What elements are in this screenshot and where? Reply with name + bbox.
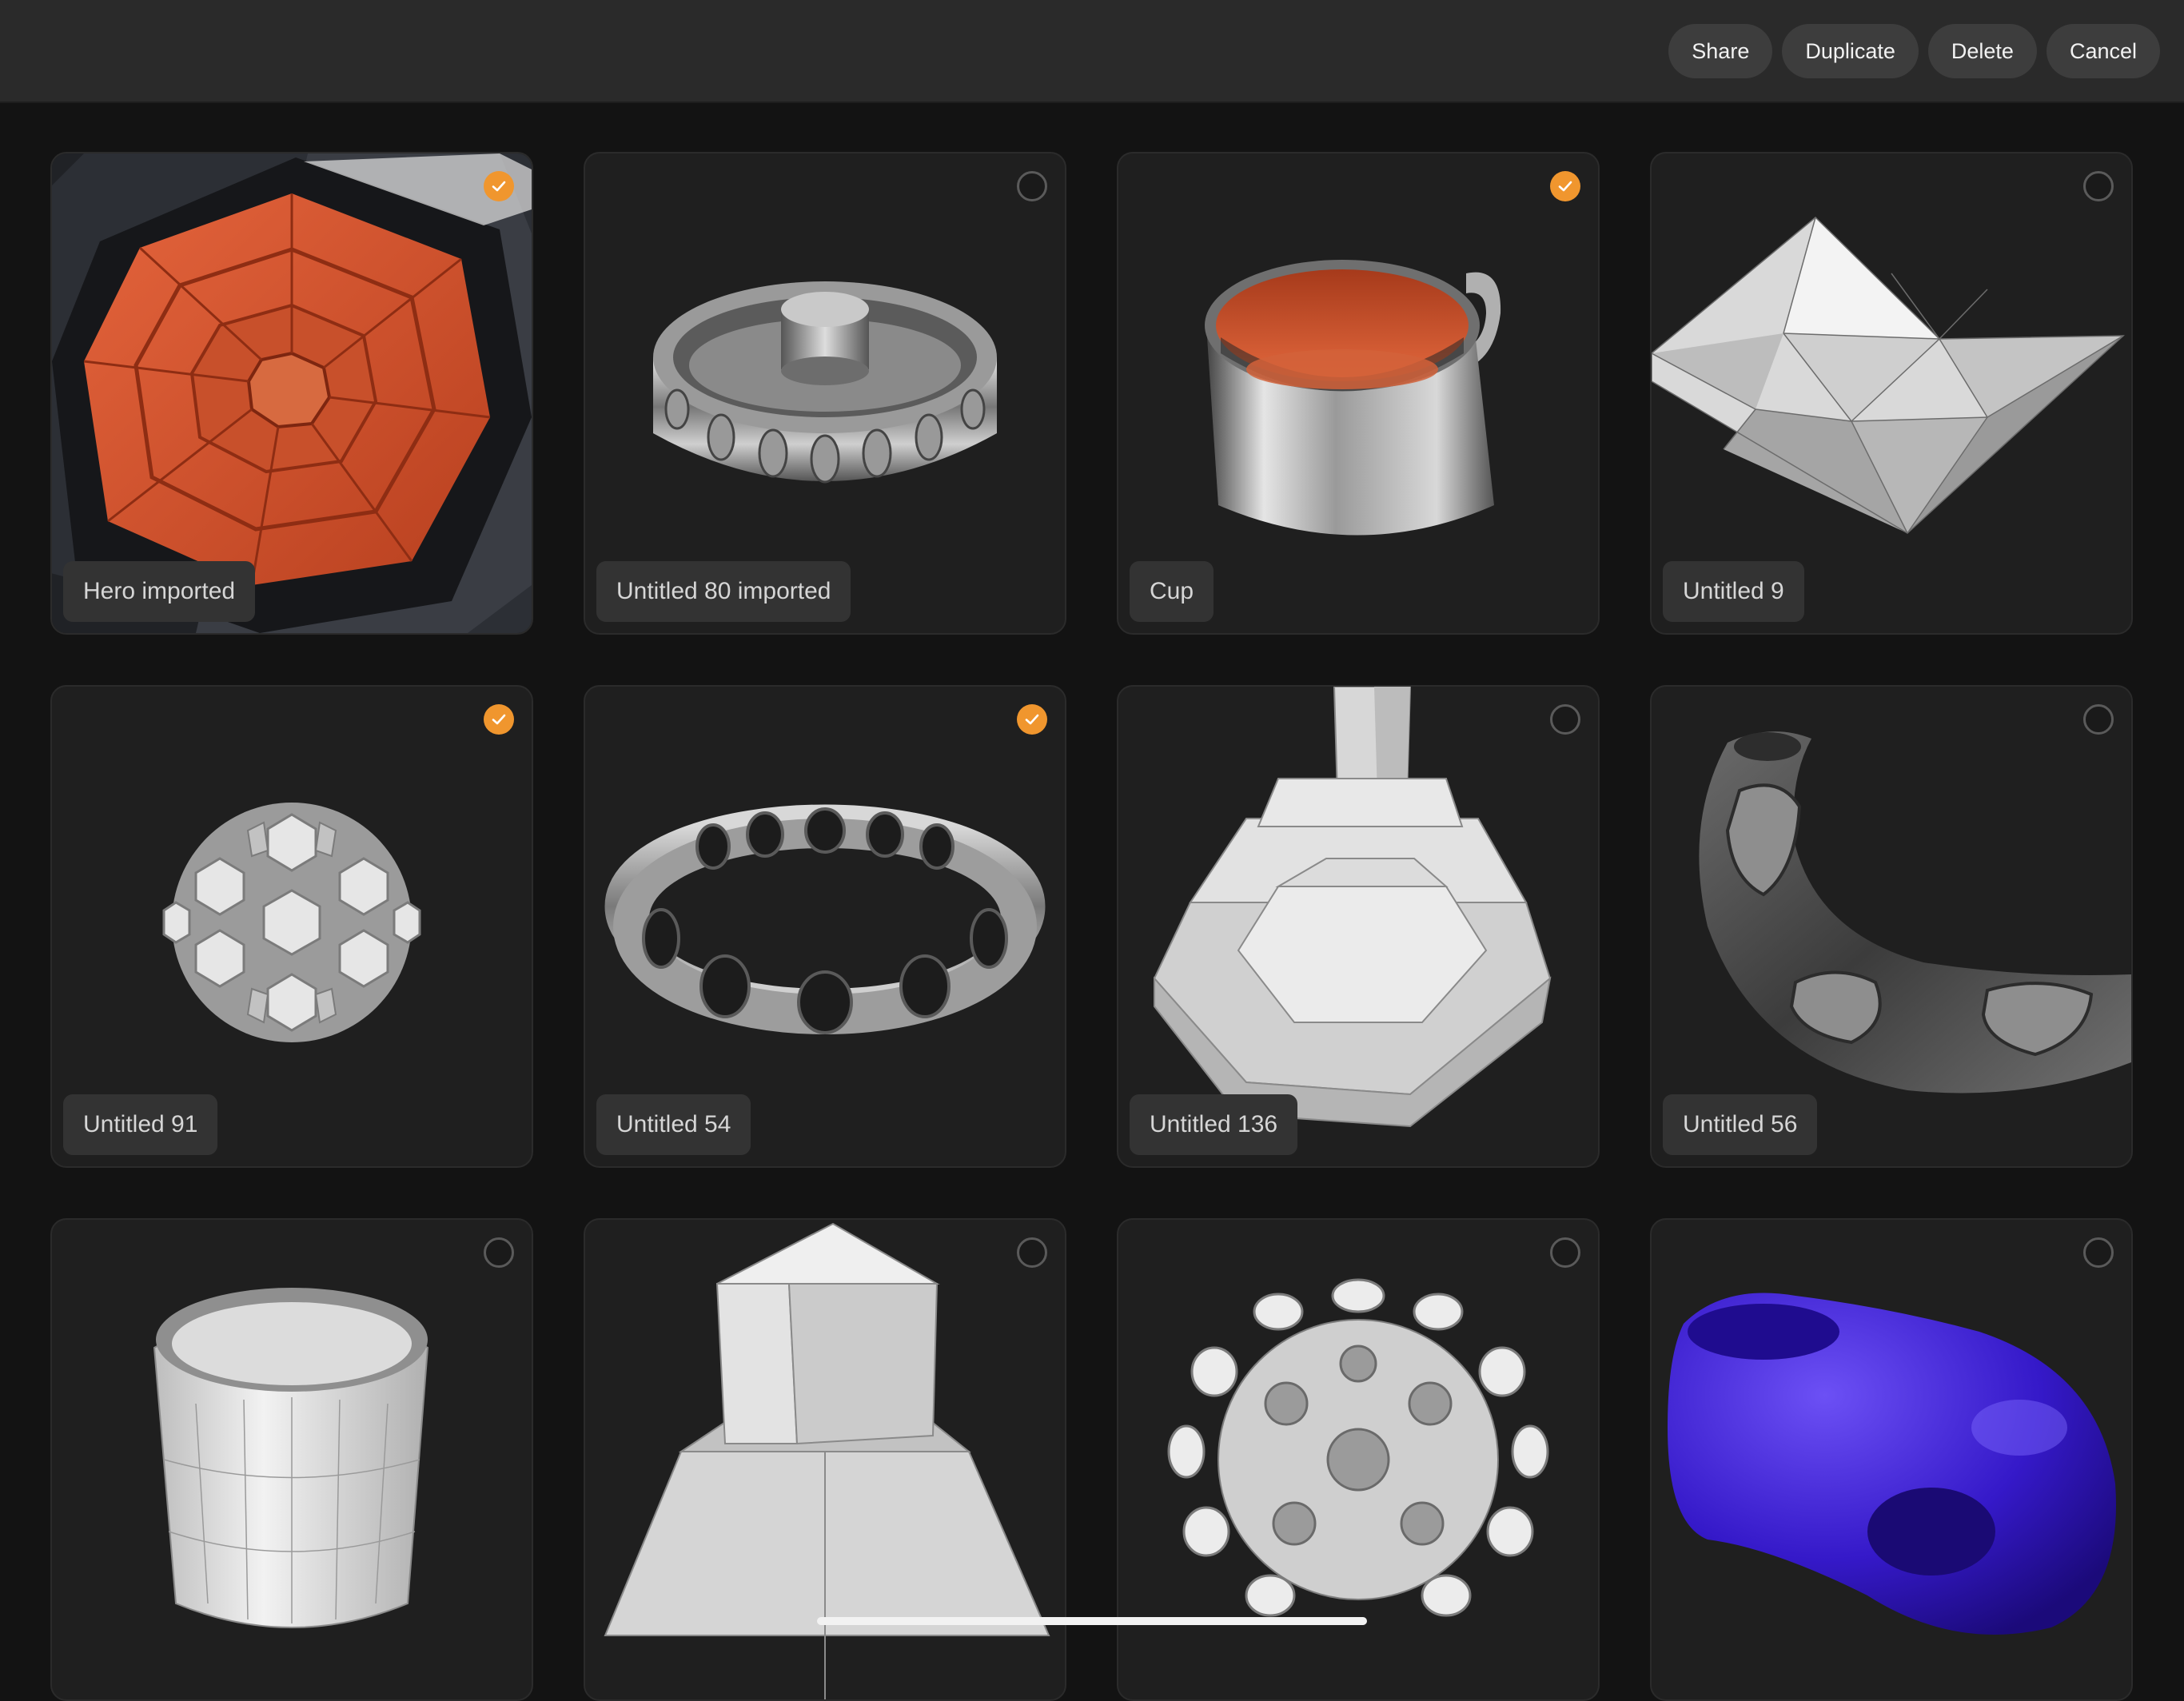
blue-blob-thumbnail xyxy=(1668,1293,2116,1635)
unselected-check-icon[interactable] xyxy=(1550,704,1580,735)
share-button[interactable]: Share xyxy=(1668,24,1773,78)
project-card[interactable] xyxy=(1650,1218,2133,1701)
duplicate-button[interactable]: Duplicate xyxy=(1782,24,1919,78)
unselected-check-icon[interactable] xyxy=(1017,171,1047,201)
toolbar-actions: Share Duplicate Delete Cancel xyxy=(1668,24,2160,78)
home-indicator[interactable] xyxy=(817,1617,1367,1625)
unselected-check-icon[interactable] xyxy=(1017,1237,1047,1268)
project-name: Untitled 80 imported xyxy=(596,561,851,622)
spiked-sphere-thumbnail xyxy=(1167,1278,1549,1617)
project-card[interactable] xyxy=(584,1218,1066,1701)
project-card[interactable]: Untitled 136 xyxy=(1117,685,1600,1168)
project-name: Hero imported xyxy=(63,561,256,622)
cancel-button[interactable]: Cancel xyxy=(2046,24,2160,78)
selected-check-icon[interactable] xyxy=(1550,171,1580,201)
selected-check-icon[interactable] xyxy=(484,171,514,201)
project-card[interactable]: Untitled 54 xyxy=(584,685,1066,1168)
project-card[interactable] xyxy=(1117,1218,1600,1701)
project-card[interactable]: Untitled 91 xyxy=(50,685,533,1168)
unselected-check-icon[interactable] xyxy=(2083,704,2114,735)
project-name: Untitled 91 xyxy=(63,1094,218,1155)
project-card[interactable] xyxy=(50,1218,533,1701)
white-cup-thumbnail xyxy=(153,1288,429,1628)
project-gallery: Hero imported Untitled 80 imported Cup U… xyxy=(50,152,2133,1701)
selected-check-icon[interactable] xyxy=(1017,704,1047,735)
top-toolbar: Share Duplicate Delete Cancel xyxy=(0,0,2184,103)
project-card[interactable]: Untitled 80 imported xyxy=(584,152,1066,635)
project-name: Cup xyxy=(1130,561,1214,622)
project-name: Untitled 56 xyxy=(1663,1094,1818,1155)
project-name: Untitled 9 xyxy=(1663,561,1804,622)
project-card[interactable]: Untitled 9 xyxy=(1650,152,2133,635)
unselected-check-icon[interactable] xyxy=(484,1237,514,1268)
project-card[interactable]: Cup xyxy=(1117,152,1600,635)
unselected-check-icon[interactable] xyxy=(2083,1237,2114,1268)
delete-button[interactable]: Delete xyxy=(1927,24,2037,78)
unselected-check-icon[interactable] xyxy=(2083,171,2114,201)
project-card[interactable]: Untitled 56 xyxy=(1650,685,2133,1168)
project-name: Untitled 54 xyxy=(596,1094,751,1155)
selected-check-icon[interactable] xyxy=(484,704,514,735)
unselected-check-icon[interactable] xyxy=(1550,1237,1580,1268)
project-name: Untitled 136 xyxy=(1130,1094,1298,1155)
pillar-base-thumbnail xyxy=(604,1222,1050,1699)
project-card[interactable]: Hero imported xyxy=(50,152,533,635)
